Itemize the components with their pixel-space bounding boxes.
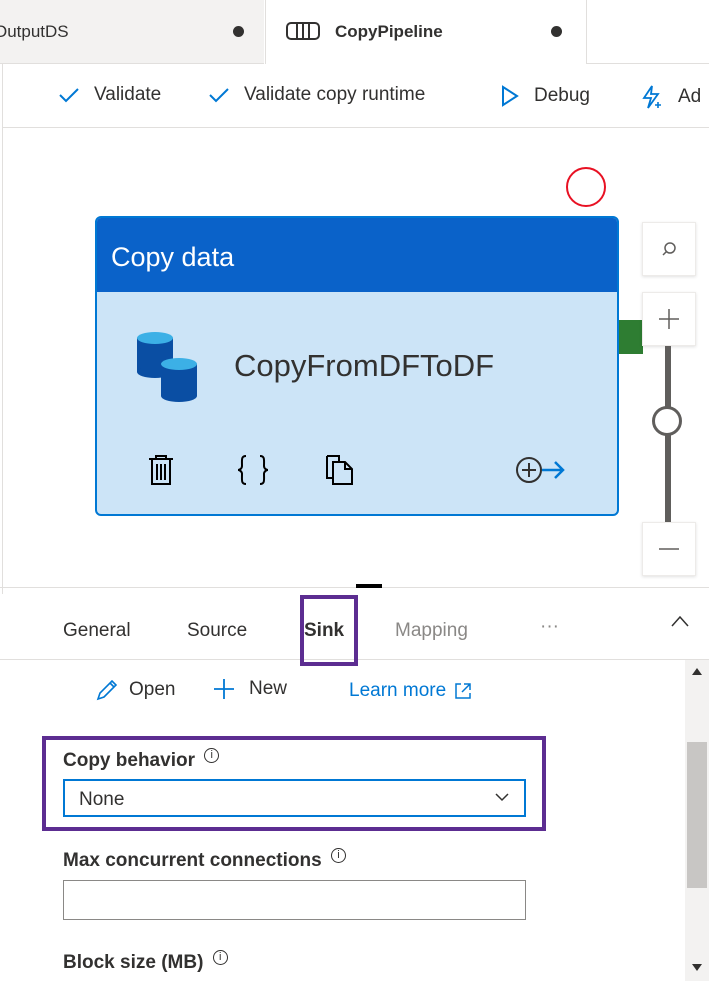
max-concurrent-label: Max concurrent connections i bbox=[63, 848, 346, 872]
chevron-down-icon bbox=[495, 793, 509, 802]
new-label: New bbox=[249, 678, 288, 699]
search-icon bbox=[662, 242, 676, 256]
tab-outputds[interactable]: OutputDS bbox=[0, 0, 264, 64]
add-trigger-button[interactable]: Ad bbox=[640, 84, 701, 110]
unsaved-dot-icon bbox=[551, 26, 562, 37]
validate-copy-runtime-label: Validate copy runtime bbox=[244, 84, 426, 105]
scrollbar-thumb[interactable] bbox=[687, 742, 707, 888]
add-trigger-label: Ad bbox=[678, 86, 702, 107]
activity-type-label: Copy data bbox=[97, 218, 617, 292]
error-indicator-circle bbox=[566, 167, 606, 207]
new-dataset-button[interactable]: New bbox=[213, 678, 287, 700]
tab-copypipeline[interactable]: CopyPipeline bbox=[265, 0, 587, 64]
copy-behavior-label-text: Copy behavior bbox=[63, 750, 195, 771]
tab-bar-empty bbox=[587, 0, 709, 64]
max-concurrent-input[interactable] bbox=[63, 880, 526, 920]
tab-source[interactable]: Source bbox=[187, 620, 247, 642]
zoom-slider-thumb[interactable] bbox=[652, 406, 682, 436]
more-tabs-button[interactable]: ··· bbox=[540, 616, 559, 638]
editor-tab-bar: OutputDS CopyPipeline bbox=[0, 0, 709, 64]
debug-button[interactable]: Debug bbox=[500, 84, 590, 108]
external-link-icon bbox=[455, 683, 471, 699]
copy-icon[interactable] bbox=[325, 454, 355, 486]
zoom-out-button[interactable] bbox=[642, 522, 696, 576]
plus-icon bbox=[659, 309, 679, 329]
validate-copy-runtime-button[interactable]: Validate copy runtime bbox=[208, 84, 425, 106]
learn-more-link[interactable]: Learn more bbox=[349, 680, 472, 702]
add-output-arrow-icon[interactable] bbox=[515, 454, 567, 486]
debug-label: Debug bbox=[534, 85, 590, 106]
play-icon bbox=[502, 85, 519, 107]
database-icon bbox=[137, 332, 197, 402]
pencil-icon bbox=[96, 679, 118, 701]
code-braces-icon[interactable] bbox=[236, 454, 270, 486]
checkmark-icon bbox=[209, 88, 229, 103]
unsaved-dot-icon bbox=[233, 26, 244, 37]
info-icon[interactable]: i bbox=[204, 748, 220, 763]
scroll-up-arrow-icon[interactable] bbox=[692, 668, 702, 675]
validate-label: Validate bbox=[94, 84, 162, 105]
open-label: Open bbox=[129, 679, 176, 700]
info-icon[interactable]: i bbox=[330, 848, 346, 863]
trash-icon[interactable] bbox=[147, 454, 175, 486]
splitter-handle[interactable] bbox=[356, 584, 382, 588]
tab-mapping[interactable]: Mapping bbox=[395, 620, 468, 642]
checkmark-icon bbox=[59, 88, 79, 103]
tab-general[interactable]: General bbox=[63, 620, 131, 642]
sink-tab-highlight bbox=[300, 595, 358, 666]
tab-title: OutputDS bbox=[0, 22, 69, 41]
success-output-connector[interactable] bbox=[619, 320, 643, 354]
block-size-label: Block size (MB) i bbox=[63, 950, 228, 974]
max-concurrent-label-text: Max concurrent connections bbox=[63, 850, 322, 871]
copy-behavior-select[interactable]: None bbox=[63, 779, 526, 817]
minus-icon bbox=[659, 548, 679, 550]
copy-behavior-value: None bbox=[79, 789, 125, 810]
learn-more-label: Learn more bbox=[349, 680, 447, 701]
canvas-search-button[interactable] bbox=[642, 222, 696, 276]
copy-data-activity[interactable]: Copy data CopyFromDFToDF bbox=[95, 216, 619, 516]
plus-icon bbox=[214, 679, 234, 699]
copy-behavior-label: Copy behavior i bbox=[63, 748, 220, 772]
activity-name: CopyFromDFToDF bbox=[234, 348, 495, 383]
block-size-label-text: Block size (MB) bbox=[63, 952, 204, 973]
left-border bbox=[0, 64, 3, 594]
validate-button[interactable]: Validate bbox=[58, 84, 161, 106]
trigger-icon bbox=[642, 85, 661, 109]
tab-title: CopyPipeline bbox=[335, 22, 443, 41]
zoom-in-button[interactable] bbox=[642, 292, 696, 346]
chevron-up-icon[interactable] bbox=[670, 614, 690, 628]
open-dataset-button[interactable]: Open bbox=[95, 678, 175, 702]
panel-splitter[interactable] bbox=[0, 587, 709, 588]
info-icon[interactable]: i bbox=[212, 950, 228, 965]
scroll-down-arrow-icon[interactable] bbox=[692, 964, 702, 971]
pipeline-toolbar: Validate Validate copy runtime Debug Ad bbox=[0, 64, 709, 128]
pipeline-icon bbox=[286, 22, 320, 40]
